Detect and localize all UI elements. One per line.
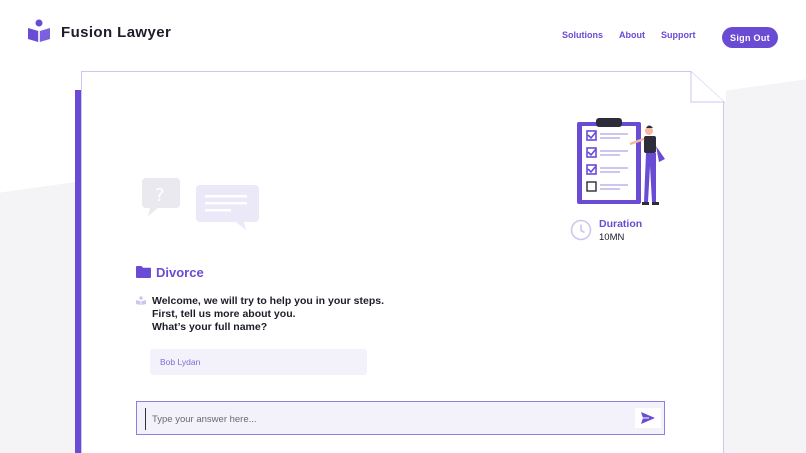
page-fold-corner bbox=[690, 70, 726, 103]
nav-support[interactable]: Support bbox=[661, 30, 696, 40]
svg-text:?: ? bbox=[155, 185, 165, 206]
send-icon bbox=[641, 412, 655, 424]
nav-solutions[interactable]: Solutions bbox=[562, 30, 603, 40]
bot-avatar-icon bbox=[136, 296, 146, 305]
chat-bubbles-illustration: ? bbox=[142, 178, 259, 230]
bot-message: Welcome, we will try to help you in your… bbox=[152, 295, 384, 334]
app-header: Fusion Lawyer Solutions About Support Si… bbox=[0, 0, 806, 70]
bot-message-line: Welcome, we will try to help you in your… bbox=[152, 295, 385, 307]
sign-out-button[interactable]: Sign Out bbox=[722, 27, 778, 48]
duration-label: Duration bbox=[599, 218, 643, 230]
reading-person-icon[interactable] bbox=[27, 19, 51, 43]
bot-message-line: What’s your full name? bbox=[152, 321, 268, 333]
bot-message-line: First, tell us more about you. bbox=[152, 308, 296, 320]
user-answer-bubble: Bob Lydan bbox=[150, 349, 367, 375]
checklist-illustration bbox=[577, 118, 665, 205]
nav-about[interactable]: About bbox=[619, 30, 645, 40]
folder-icon bbox=[136, 266, 151, 278]
category-title: Divorce bbox=[156, 265, 204, 280]
answer-input[interactable] bbox=[145, 408, 634, 430]
answer-input-container bbox=[136, 401, 665, 435]
send-button[interactable] bbox=[635, 408, 661, 428]
clock-icon bbox=[570, 219, 592, 241]
duration-value: 10MN bbox=[599, 232, 625, 243]
brand-name[interactable]: Fusion Lawyer bbox=[61, 24, 171, 41]
